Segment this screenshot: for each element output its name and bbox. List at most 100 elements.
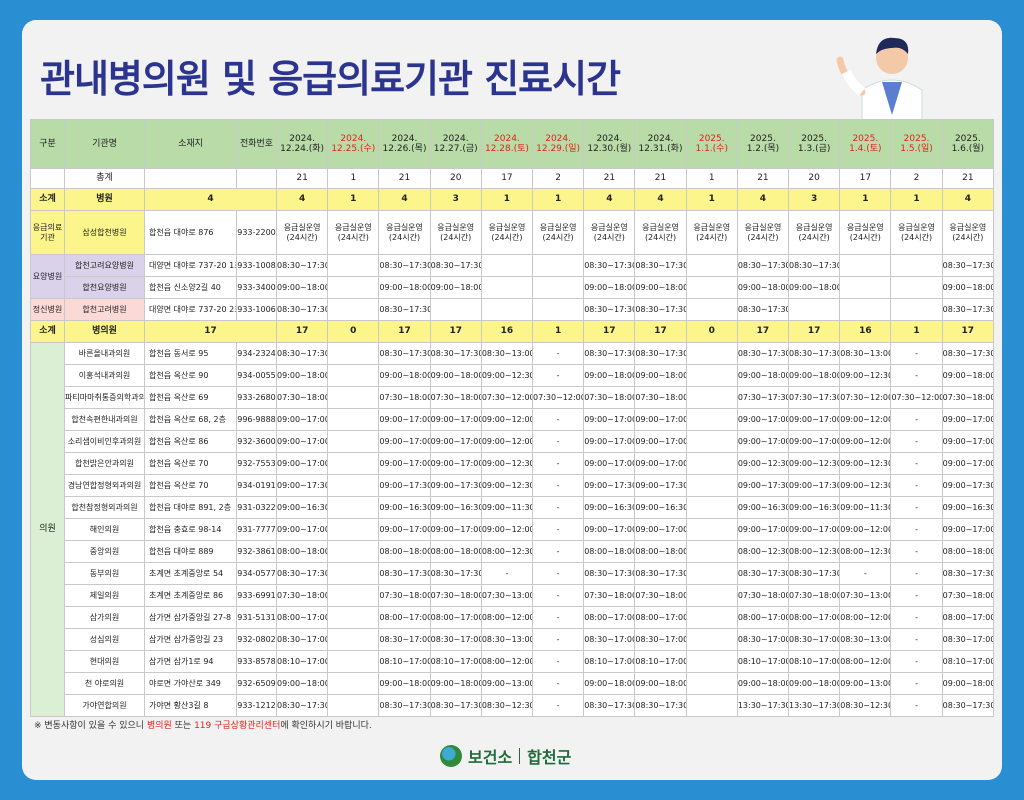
hours-cell: 08:30~17:30 [275,342,329,365]
institution-name: 소리샘이비인후과의원 [64,430,145,453]
hours-cell [685,496,738,519]
hours-cell [685,584,738,607]
institution-phone: 933-1212 [236,694,277,717]
hours-cell [532,276,585,299]
hours-cell [685,518,738,541]
hours-cell: 09:00~17:00 [736,518,790,541]
er-status: 응급실운영 (24시간) [839,210,892,255]
hours-cell: - [890,540,943,563]
hours-cell: 09:00~12:30 [839,452,892,475]
hours-cell: 08:30~17:30 [634,694,687,717]
hours-cell: 08:30~17:30 [429,342,482,365]
col-date: 2024. 12.25.(수) [327,119,380,169]
subtotal-value: 4 [634,188,687,211]
total-value: 17 [839,168,892,189]
hours-cell: - [890,694,943,717]
institution-address: 합천읍 충효로 98-14 [144,518,237,541]
hours-cell: 08:00~12:00 [839,650,892,673]
hours-cell: 09:00~17:30 [378,474,431,497]
hours-cell: 08:30~17:30 [583,342,636,365]
hours-cell: 08:30~13:00 [480,342,534,365]
hours-cell: 07:30~18:00 [429,386,482,409]
hours-cell [327,628,380,651]
hours-cell: - [890,430,943,453]
hours-cell: 09:00~17:00 [275,408,329,431]
hours-cell: 08:00~12:30 [736,540,790,563]
hours-cell: 08:00~12:30 [480,540,534,563]
hours-cell: 09:00~17:00 [634,452,687,475]
hours-cell: 09:00~18:00 [583,364,636,387]
hours-cell: - [532,694,585,717]
hours-cell: 09:00~17:00 [634,518,687,541]
table-row: 소계 병의원 17 17 0 17 17 16 1 17 17 0 17 17 16 1 17 [30,320,995,343]
hours-cell: 09:00~18:00 [275,672,329,695]
hours-cell: 08:00~17:00 [788,606,841,629]
hours-cell: 09:00~18:00 [941,364,995,387]
institution-phone: 933-1006 [236,298,277,321]
col-date: 2025. 1.2.(목) [736,119,790,169]
table-row: 합천참정형외과의원 합천읍 대야로 891, 2층 931-0322 09:00~16… [31,496,995,519]
hours-cell: 09:00~17:00 [429,518,482,541]
hours-cell: 09:00~16:30 [583,496,636,519]
hours-cell: - [532,452,585,475]
hours-cell [685,562,738,585]
subtotal-value: 3 [429,188,482,211]
hours-cell [685,694,738,717]
total-label: 총계 [64,168,145,189]
hours-cell: 07:30~17:30 [736,386,790,409]
er-status: 응급실운영 (24시간) [736,210,790,255]
hours-cell: 09:00~17:00 [429,430,482,453]
total-value: 1 [327,168,380,189]
hours-cell: 09:00~18:00 [378,364,431,387]
institution-phone: 931-5131 [236,606,277,629]
hours-cell: 09:00~11:30 [839,496,892,519]
hours-cell: 08:10~17:00 [634,650,687,673]
hours-cell: 09:00~12:00 [480,430,534,453]
institution-address: 대양면 대야로 737-20 2호 [144,298,237,321]
hours-cell [327,254,380,277]
table-row: 동부의원 초계면 초계중앙로 54 934-0577 08:30~17:30 08:30… [31,562,995,585]
hours-cell: 09:00~13:00 [480,672,534,695]
hours-cell: 07:30~18:00 [583,584,636,607]
hours-cell: 09:00~12:30 [480,452,534,475]
hours-cell: - [532,672,585,695]
hours-cell: 09:00~17:00 [429,452,482,475]
hours-cell: 08:10~17:00 [941,650,995,673]
hours-cell: 08:30~17:30 [378,254,431,277]
hours-cell: 09:00~17:00 [275,518,329,541]
col-date: 2025. 1.6.(월) [941,119,995,169]
hours-cell: 08:30~17:30 [788,254,841,277]
institution-name: 합천속편한내과의원 [64,408,145,431]
hours-cell: 09:00~17:00 [941,518,995,541]
hours-cell: 08:00~18:00 [583,540,636,563]
hours-cell [327,518,380,541]
subtotal-value: 17 [788,320,841,343]
er-status: 응급실운영 (24시간) [275,210,329,255]
hours-cell: 08:00~18:00 [378,540,431,563]
institution-phone: 933-8578 [236,650,277,673]
total-value: 20 [788,168,841,189]
hours-cell: 08:00~17:00 [941,606,995,629]
hours-cell [327,540,380,563]
table-row: 합천밝은안과의원 합천읍 옥산로 70 932-7553 09:00~17:00 09:… [31,452,995,475]
subtotal-value: 4 [736,188,790,211]
page-title: 관내병의원 및 응급의료기관 진료시간 [40,57,621,101]
institution-phone: 932-0802 [236,628,277,651]
institution-name: 현대의원 [64,650,145,673]
subtotal-value: 1 [532,320,585,343]
table-row: 해인의원 합천읍 충효로 98-14 931-7777 09:00~17:00 09:0… [31,518,995,541]
hours-cell: 08:30~13:00 [839,628,892,651]
hours-cell: 09:00~18:00 [275,364,329,387]
hours-cell: 08:30~17:00 [941,628,995,651]
hours-cell [327,650,380,673]
institution-address: 합천읍 옥산로 68, 2층 [144,408,237,431]
institution-address: 합천읍 옥산로 70 [144,474,237,497]
hours-cell [327,584,380,607]
hours-cell: 09:00~12:00 [839,408,892,431]
hours-cell: 07:30~18:00 [941,386,995,409]
hours-cell: 09:00~17:30 [941,474,995,497]
hours-cell: 08:30~17:30 [275,254,329,277]
subtotal-value: 0 [685,320,738,343]
hours-cell: 09:00~17:30 [736,474,790,497]
hours-cell: 09:00~18:00 [634,276,687,299]
